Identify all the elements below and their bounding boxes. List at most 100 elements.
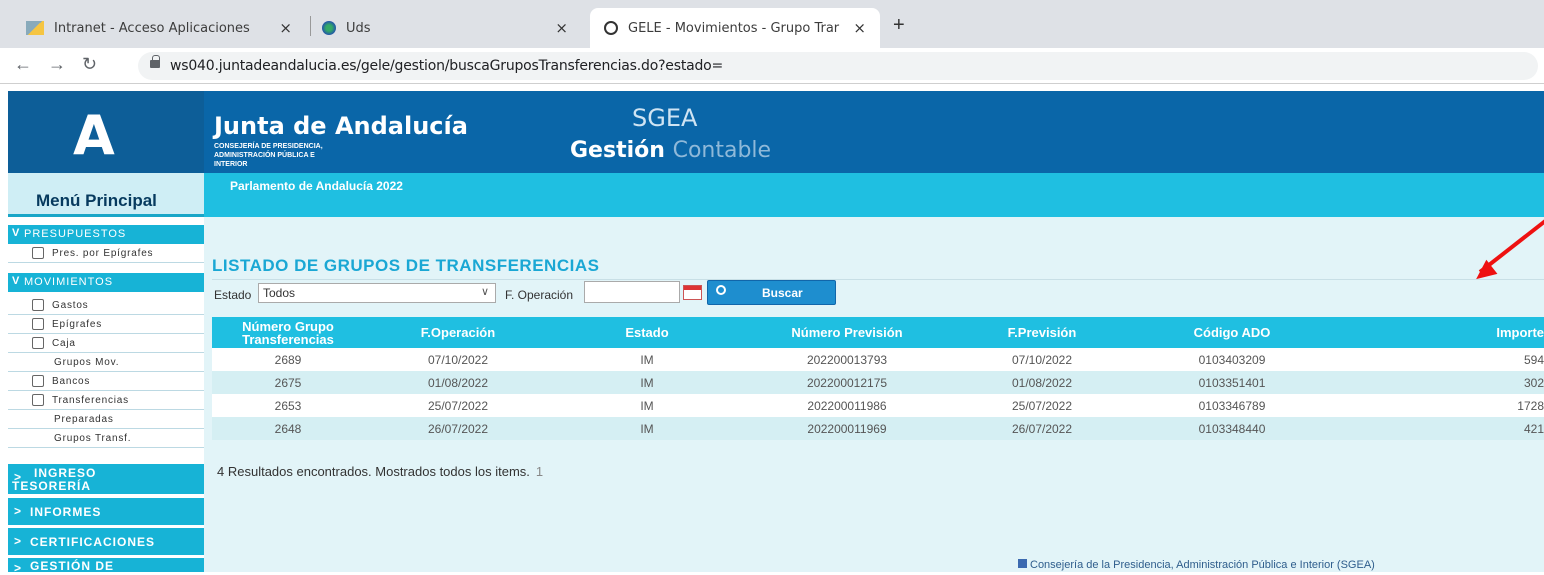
menu-item-pres-epigrafes[interactable]: Pres. por Epígrafes [8, 245, 204, 263]
cell: 421 [1332, 417, 1544, 440]
app-name: SGEA [632, 104, 698, 132]
cell: 25/07/2022 [952, 394, 1132, 417]
menu-group-movimientos[interactable]: V MOVIMIENTOS [8, 273, 204, 292]
cell: 01/08/2022 [952, 371, 1132, 394]
menu-item-grupos-transf[interactable]: Grupos Transf. [8, 430, 204, 448]
tab-title: Uds [346, 20, 371, 36]
table-row[interactable]: 2653 25/07/2022 IM 202200011986 25/07/2022 01… [212, 394, 1544, 417]
col-header[interactable]: F.Previsión [952, 317, 1132, 348]
cell: 1728 [1332, 394, 1544, 417]
cell: IM [552, 394, 742, 417]
page-title: LISTADO DE GRUPOS DE TRANSFERENCIAS [212, 256, 600, 275]
menu-group-presupuestos[interactable]: V PRESUPUESTOS [8, 225, 204, 244]
fecha-operacion-input[interactable] [584, 281, 680, 303]
cell: 594 [1332, 348, 1544, 371]
menu-group-label: INFORMES [30, 505, 102, 519]
context-title: Parlamento de Andalucía 2022 [230, 179, 403, 193]
close-tab-icon[interactable]: × [279, 19, 292, 37]
menu-item-preparadas[interactable]: Preparadas [8, 411, 204, 429]
menu-group-ingreso-tesoreria[interactable]: > INGRESO TESORERÍA [8, 464, 204, 494]
page-link[interactable]: 1 [536, 464, 543, 479]
back-icon[interactable]: ← [14, 54, 32, 75]
menu-item-label: Gastos [52, 300, 89, 311]
menu-title: Menú Principal [36, 191, 157, 210]
document-icon [32, 318, 44, 330]
menu-group-label: CERTIFICACIONES [30, 535, 156, 549]
cell: 25/07/2022 [364, 394, 552, 417]
buscar-button[interactable]: Buscar [707, 280, 836, 305]
menu-group-label: PRESUPUESTOS [24, 228, 127, 240]
document-icon [32, 247, 44, 259]
footer: Consejería de la Presidencia, Administra… [1018, 559, 1375, 571]
col-header[interactable]: Estado [552, 317, 742, 348]
col-header[interactable]: Código ADO [1132, 317, 1332, 348]
menu-item-grupos-mov[interactable]: Grupos Mov. [8, 354, 204, 372]
menu-group-label-2: TESORERÍA [12, 479, 92, 493]
menu-item-transferencias[interactable]: Transferencias [8, 392, 204, 410]
cell: IM [552, 348, 742, 371]
calendar-icon[interactable] [683, 285, 702, 300]
app-subtitle: Gestión Contable [570, 138, 771, 163]
tab-gele[interactable]: GELE - Movimientos - Grupo Trar × [590, 8, 880, 48]
menu-header: Menú Principal [8, 173, 204, 217]
junta-logo-icon: A [73, 104, 115, 167]
estado-value: Todos [263, 286, 296, 300]
col-header[interactable]: Número Grupo Transferencias [212, 317, 364, 348]
menu-item-gastos[interactable]: Gastos [8, 297, 204, 315]
cell: IM [552, 417, 742, 440]
cell: 01/08/2022 [364, 371, 552, 394]
transfer-groups-table: Número Grupo Transferencias F.Operación … [212, 317, 1544, 440]
context-bar: Parlamento de Andalucía 2022 [204, 173, 1544, 217]
col-header[interactable]: Número Previsión [742, 317, 952, 348]
menu-item-label: Grupos Mov. [54, 357, 120, 368]
tab-uds[interactable]: Uds × [322, 8, 582, 48]
address-bar: ← → ↻ ws040.juntadeandalucia.es/gele/ges… [0, 48, 1544, 84]
browser-tab-bar: Intranet - Acceso Aplicaciones × Uds × G… [0, 0, 1544, 48]
estado-select[interactable]: Todos ∨ [258, 283, 496, 303]
menu-item-label: Transferencias [52, 395, 129, 406]
buscar-label: Buscar [762, 286, 803, 300]
uds-favicon-icon [322, 21, 336, 35]
app-subtitle-b: Contable [672, 138, 772, 163]
menu-group-label: GESTIÓN DE [30, 559, 115, 573]
table-row[interactable]: 2689 07/10/2022 IM 202200013793 07/10/2022 01… [212, 348, 1544, 371]
menu-group-certificaciones[interactable]: > CERTIFICACIONES [8, 528, 204, 555]
col-header[interactable]: Importe [1332, 317, 1544, 348]
menu-group-gestion[interactable]: > GESTIÓN DE [8, 558, 204, 575]
menu-item-label: Preparadas [54, 414, 114, 425]
cell: IM [552, 371, 742, 394]
title-divider [212, 279, 1544, 280]
close-tab-icon[interactable]: × [555, 19, 568, 37]
table-row[interactable]: 2648 26/07/2022 IM 202200011969 26/07/2022 01… [212, 417, 1544, 440]
url-text: ws040.juntadeandalucia.es/gele/gestion/b… [170, 58, 724, 74]
cell: 2675 [212, 371, 364, 394]
chevron-down-icon: V [12, 275, 21, 287]
close-tab-icon[interactable]: × [853, 19, 866, 37]
new-tab-button[interactable]: + [893, 14, 905, 37]
reload-icon[interactable]: ↻ [82, 54, 97, 75]
results-summary: 4 Resultados encontrados. Mostrados todo… [217, 464, 543, 479]
forward-icon[interactable]: → [48, 54, 66, 75]
footer-text: Consejería de la Presidencia, Administra… [1030, 559, 1375, 571]
cell: 0103346789 [1132, 394, 1332, 417]
col-header[interactable]: F.Operación [364, 317, 552, 348]
chevron-down-icon: ∨ [480, 286, 489, 298]
table-header-row: Número Grupo Transferencias F.Operación … [212, 317, 1544, 348]
menu-group-label: INGRESO [34, 466, 97, 480]
tab-intranet[interactable]: Intranet - Acceso Aplicaciones × [26, 8, 306, 48]
menu-item-label: Caja [52, 338, 76, 349]
cell: 26/07/2022 [364, 417, 552, 440]
menu-group-informes[interactable]: > INFORMES [8, 498, 204, 525]
estado-label: Estado [214, 288, 252, 302]
menu-group-label: MOVIMIENTOS [24, 276, 114, 288]
app-subtitle-a: Gestión [570, 138, 665, 163]
menu-item-epigrafes[interactable]: Epígrafes [8, 316, 204, 334]
org-name: Junta de Andalucía [214, 112, 468, 140]
menu-item-caja[interactable]: Caja [8, 335, 204, 353]
cell: 07/10/2022 [364, 348, 552, 371]
table-row[interactable]: 2675 01/08/2022 IM 202200012175 01/08/2022 01… [212, 371, 1544, 394]
menu-item-bancos[interactable]: Bancos [8, 373, 204, 391]
tab-title: Intranet - Acceso Aplicaciones [54, 20, 250, 36]
cell: 0103351401 [1132, 371, 1332, 394]
cell: 2648 [212, 417, 364, 440]
